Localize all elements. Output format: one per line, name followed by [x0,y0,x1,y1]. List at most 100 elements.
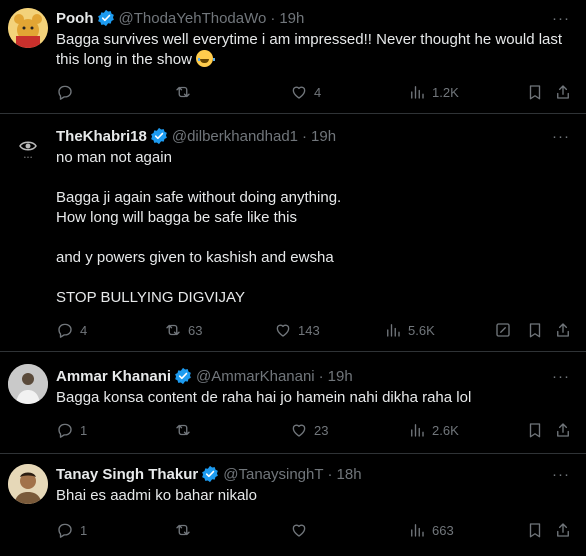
repost-icon [176,86,190,98]
like-icon [292,424,306,437]
like-button[interactable]: 23 [290,420,328,440]
like-button[interactable] [290,520,308,540]
verified-badge-icon [97,9,114,27]
more-icon[interactable]: ··· [550,126,572,146]
timestamp[interactable]: 18h [337,466,362,483]
tweet-actions: 1 663 [56,520,576,540]
share-button[interactable] [554,520,572,540]
like-icon [292,86,306,99]
reply-icon [58,423,72,438]
timestamp[interactable]: 19h [311,128,336,145]
bookmark-button[interactable] [526,420,544,440]
reply-button[interactable] [56,82,74,102]
share-icon [557,523,569,537]
tweet-actions: 4 1.2K [56,82,576,102]
repost-button[interactable]: 63 [164,320,202,340]
views-button[interactable]: 663 [408,520,454,540]
like-count: 143 [298,322,320,338]
repost-button[interactable] [174,82,192,102]
display-name[interactable]: Tanay Singh Thakur [56,466,198,483]
display-name[interactable]: Pooh [56,10,94,27]
user-handle[interactable]: @TanaysinghT [223,466,323,483]
tweet-text-line [56,268,566,288]
verified-badge-icon [175,367,191,385]
like-count: 4 [314,84,322,100]
display-name[interactable]: Ammar Khanani [56,368,171,385]
repost-button[interactable] [174,520,192,540]
user-handle[interactable]: @AmmarKhanani [196,368,315,385]
view-count: 2.6K [432,422,459,438]
like-icon [292,524,306,537]
display-name[interactable]: TheKhabri18 [56,128,147,145]
reply-button[interactable]: 4 [56,320,87,340]
tweet-text: Bagga konsa content de raha hai jo hamei… [56,388,566,408]
bookmark-button[interactable] [526,82,544,102]
repost-icon [166,324,180,336]
tweet-text: Bagga survives well everytime i am impre… [56,30,566,70]
views-button[interactable]: 5.6K [384,320,435,340]
tweet-text: no man not again Bagga ji again safe wit… [56,148,566,308]
repost-button[interactable] [174,420,192,440]
reply-count: 1 [80,422,88,438]
reply-button[interactable]: 1 [56,420,87,440]
tweet-text-line: Bagga konsa content de raha hai jo hamei… [56,389,472,406]
avatar[interactable]: • • • [8,126,48,166]
tweet-actions: 4 63 143 5.6K [56,320,576,340]
separator-dot: · [270,9,276,27]
like-icon [276,324,290,337]
tweet[interactable]: Ammar Khanani @AmmarKhanani · 19h ··· Ba… [0,352,586,454]
share-icon [557,323,569,337]
tweet-text-line: Bagga survives well everytime i am impre… [56,31,563,48]
user-handle[interactable]: @ThodaYehThodaWo [119,10,267,27]
tweet-header: Pooh @ThodaYehThodaWo · 19h [56,8,304,28]
user-handle[interactable]: @dilberkhandhad1 [172,128,298,145]
views-icon [411,424,424,437]
bookmark-icon [529,423,541,438]
edit-button[interactable] [494,320,512,340]
views-button[interactable]: 1.2K [408,82,459,102]
tweet-text-line [56,168,566,188]
edit-icon [496,323,510,337]
repost-count: 63 [188,322,203,338]
bookmark-icon [529,523,541,538]
like-button[interactable]: 143 [274,320,320,340]
verified-badge-icon [151,127,167,145]
views-button[interactable]: 2.6K [408,420,459,440]
share-icon [557,85,569,99]
more-icon[interactable]: ··· [550,464,572,484]
avatar[interactable] [8,464,48,504]
share-button[interactable] [554,420,572,440]
tweet[interactable]: • • • TheKhabri18 @dilberkhandhad1 · 19h… [0,114,586,352]
reply-button[interactable]: 1 [56,520,87,540]
share-button[interactable] [554,320,572,340]
tweet-text: Bhai es aadmi ko bahar nikalo [56,486,566,506]
separator-dot: · [318,367,324,385]
reply-icon [58,85,72,100]
avatar[interactable] [8,8,48,48]
reply-count: 4 [80,322,88,338]
bookmark-button[interactable] [526,520,544,540]
share-button[interactable] [554,82,572,102]
avatar[interactable] [8,364,48,404]
more-icon[interactable]: ··· [550,8,572,28]
share-icon [557,423,569,437]
reply-icon [58,323,72,338]
bookmark-button[interactable] [526,320,544,340]
tweet[interactable]: Tanay Singh Thakur @TanaysinghT · 18h ··… [0,454,586,556]
repost-icon [176,524,190,536]
like-button[interactable]: 4 [290,82,321,102]
view-count: 663 [432,522,454,538]
verified-badge-icon [202,465,219,483]
separator-dot: · [327,465,333,483]
more-icon[interactable]: ··· [550,366,572,386]
tweet[interactable]: Pooh @ThodaYehThodaWo · 19h ··· Bagga su… [0,0,586,114]
views-icon [387,324,400,337]
timeline-feed: Pooh @ThodaYehThodaWo · 19h ··· Bagga su… [0,0,586,556]
tweet-header: Tanay Singh Thakur @TanaysinghT · 18h [56,464,362,484]
bookmark-icon [529,85,541,100]
timestamp[interactable]: 19h [279,10,304,27]
tweet-header: TheKhabri18 @dilberkhandhad1 · 19h [56,126,336,146]
reply-count: 1 [80,522,88,538]
joy-emoji-icon [196,50,216,67]
timestamp[interactable]: 19h [328,368,353,385]
